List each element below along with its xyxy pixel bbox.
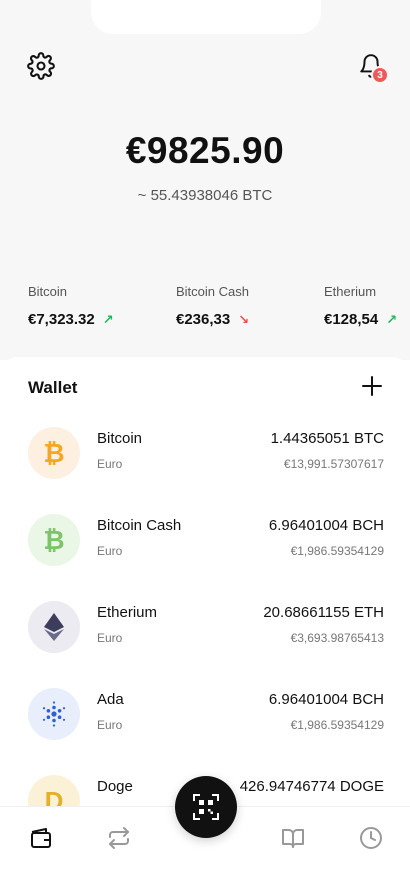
coin-currency: Euro xyxy=(97,631,123,645)
coin-amount: 6.96401004 BCH xyxy=(268,691,384,708)
bitcoin-icon: ₿ xyxy=(28,427,80,479)
coin-currency: Euro xyxy=(97,544,123,558)
arrow-down-right-icon: ↘ xyxy=(238,311,250,327)
coin-currency: Euro xyxy=(97,457,123,471)
arrow-up-right-icon: ↗ xyxy=(102,311,114,327)
coin-name: Bitcoin Cash xyxy=(97,517,182,534)
coin-name: Doge xyxy=(97,778,133,795)
swap-icon xyxy=(109,827,129,849)
tab-learn[interactable] xyxy=(280,825,306,851)
ticker-price: €7,323.32 xyxy=(28,311,95,328)
doge-icon: D xyxy=(28,775,80,806)
coin-name: Ada xyxy=(97,691,124,708)
coin-amount: 20.68661155 ETH xyxy=(263,604,384,621)
coin-eur-value: €1,986.59354129 xyxy=(290,718,384,732)
coin-eur-value: €13,991.57307617 xyxy=(283,457,384,471)
ticker-name: Bitcoin Cash xyxy=(176,284,249,299)
tab-history[interactable] xyxy=(358,825,384,851)
wallet-item-etherium[interactable]: Etherium Euro 20.68661155 ETH €3,693.987… xyxy=(0,601,410,661)
arrow-up-right-icon: ↗ xyxy=(386,311,398,327)
ticker-price: €236,33 xyxy=(176,311,231,328)
history-clock-icon xyxy=(360,827,382,849)
coin-eur-value: €1,986.59354129 xyxy=(290,544,384,558)
coin-eur-value: €3,693.98765413 xyxy=(290,631,384,645)
scan-qr-icon xyxy=(193,794,219,820)
settings-button[interactable] xyxy=(26,51,56,81)
ticker-bitcoin-cash[interactable]: Bitcoin Cash €236,33 ↘ xyxy=(176,284,249,328)
wallet-item-ada[interactable]: Ada Euro 6.96401004 BCH €1,986.59354129 xyxy=(0,688,410,748)
ticker-etherium[interactable]: Etherium €128,54 ↗ xyxy=(324,284,397,328)
coin-amount: 1.44365051 BTC xyxy=(270,430,384,447)
cardano-icon xyxy=(28,688,80,740)
coin-currency: Euro xyxy=(97,718,123,732)
wallet-icon xyxy=(31,828,51,848)
coin-name: Etherium xyxy=(97,604,158,621)
wallet-item-bitcoin[interactable]: ₿ Bitcoin Euro 1.44365051 BTC €13,991.57… xyxy=(0,427,410,487)
ticker-name: Bitcoin xyxy=(28,284,68,299)
notification-badge: 3 xyxy=(371,66,389,84)
total-balance: €9825.90 xyxy=(125,130,285,171)
bitcoin-cash-icon: ₿ xyxy=(28,514,80,566)
ticker-name: Etherium xyxy=(324,284,377,299)
scan-qr-button[interactable] xyxy=(175,776,237,838)
book-icon xyxy=(282,829,304,848)
coin-name: Bitcoin xyxy=(97,430,143,447)
tab-wallet[interactable] xyxy=(28,825,54,851)
wallet-title: Wallet xyxy=(28,378,78,397)
ethereum-icon xyxy=(28,601,80,653)
device-notch xyxy=(91,0,321,34)
wallet-item-bitcoin-cash[interactable]: ₿ Bitcoin Cash Euro 6.96401004 BCH €1,98… xyxy=(0,514,410,574)
ticker-bitcoin[interactable]: Bitcoin €7,323.32 ↗ xyxy=(28,284,114,328)
coin-amount: 426.94746774 DOGE xyxy=(239,778,384,795)
plus-icon xyxy=(362,376,382,396)
coin-amount: 6.96401004 BCH xyxy=(268,517,384,534)
gear-icon xyxy=(27,52,55,80)
tab-exchange[interactable] xyxy=(106,825,132,851)
add-wallet-button[interactable] xyxy=(360,374,384,398)
btc-equivalent: ~ 55.43938046 BTC xyxy=(137,187,273,204)
ticker-price: €128,54 xyxy=(324,311,379,328)
